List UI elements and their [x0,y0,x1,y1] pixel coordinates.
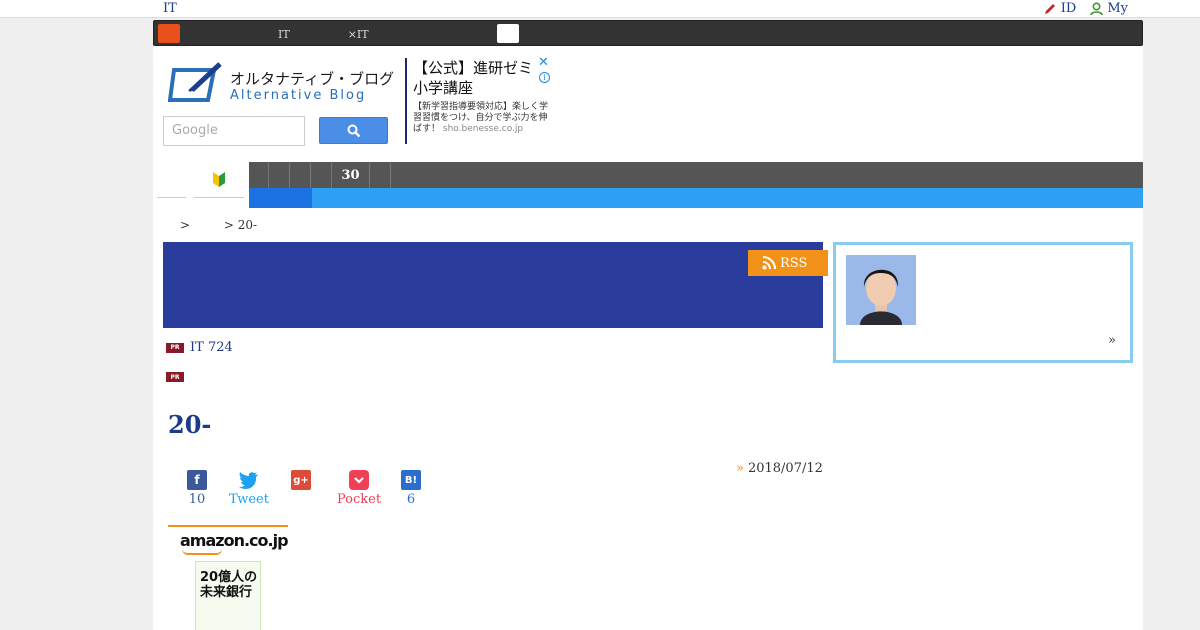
article-title: 20- [168,410,212,439]
page-content: オルタナティブ・ブログ Alternative Blog Google 【公式】… [153,46,1143,630]
nav-sub-bar [249,188,1143,208]
pr-badge: PR [166,372,184,382]
category-bar: IT ×IT [153,20,1143,46]
logo-text-jp: オルタナティブ・ブログ [230,70,395,88]
amazon-widget[interactable]: amazon.co.jp 20億人の未来銀行 [168,525,289,630]
hatena-share-button[interactable]: B! 6 [385,470,437,507]
ad-description: 【新学習指導要領対応】楽しく学習習慣をつけ、自分で学ぶ力を伸ばす！ sho.be… [413,102,553,135]
nav-tab-home[interactable] [157,162,186,198]
pocket-label: Pocket [336,492,382,507]
category-active-tab[interactable] [497,24,519,43]
hatena-icon: B! [401,470,421,490]
search-icon [347,124,360,137]
nav-dark-item[interactable] [370,162,391,188]
site-logo[interactable]: オルタナティブ・ブログ Alternative Blog [168,60,394,106]
logo-mark-icon [168,62,222,102]
nav-dark-item[interactable] [249,162,269,188]
twitter-share-button[interactable]: Tweet [223,470,275,507]
pocket-share-button[interactable]: Pocket [333,470,385,507]
breadcrumb-sep: > [180,218,191,232]
ad-block[interactable]: 【公式】進研ゼミ 小学講座 【新学習指導要領対応】楽しく学習習慣をつけ、自分で学… [405,58,553,144]
nav-dark-bar: 30 [249,162,1143,188]
pr-link-2[interactable]: PR [166,372,190,382]
amazon-logo: amazon.co.jp [180,531,289,550]
author-profile-box: » [833,242,1133,363]
pencil-icon [1044,3,1055,14]
id-link[interactable]: ID [1043,0,1077,17]
category-items: IT ×IT [164,21,385,47]
nav-dark-item[interactable]: 30 [332,162,370,188]
nav-dark-item[interactable] [290,162,311,188]
facebook-icon: f [187,470,207,490]
category-item[interactable]: ×IT [348,28,369,41]
user-links: ID My [1043,0,1128,17]
rss-label: RSS [780,255,808,271]
nav-tab-beginner[interactable] [194,162,244,198]
breadcrumb: > > 20- [180,218,257,232]
facebook-share-button[interactable]: f 10 [171,470,223,507]
date-arrow-icon: » [736,461,744,476]
id-link-label: ID [1060,1,1077,16]
pr-badge: PR [166,342,184,353]
avatar-image [846,255,916,325]
breadcrumb-current: > 20- [223,218,258,232]
my-link-label: My [1107,1,1128,16]
twitter-label: Tweet [229,492,269,507]
hatena-count: 6 [406,492,416,507]
search-input[interactable]: Google [163,116,305,146]
nav-sub-selected[interactable] [249,188,312,208]
facebook-count: 10 [188,492,206,507]
category-item[interactable]: IT [278,28,290,41]
pr-link-text: IT 724 [190,340,233,355]
ad-close-icon[interactable]: ✕ [538,56,549,69]
search-button[interactable] [319,117,388,144]
beginner-mark-icon [213,172,225,187]
profile-more-link[interactable]: » [1108,333,1116,348]
book-title: 20億人の未来銀行 [200,570,258,600]
logo-text-en: Alternative Blog [230,88,367,103]
nav-dark-item[interactable] [311,162,332,188]
rss-button[interactable]: RSS [748,250,828,276]
ad-headline-1: 【公式】進研ゼミ [413,59,534,77]
book-cover[interactable]: 20億人の未来銀行 [195,561,261,630]
article-date-text: 2018/07/12 [747,461,823,476]
article-date: » 2018/07/12 [736,461,823,476]
ad-info-icon[interactable]: i [539,72,550,83]
amazon-smile-icon [182,549,222,555]
top-utility-bar: IT ID My [0,0,1200,18]
pocket-icon [349,470,369,490]
site-label[interactable]: IT [163,0,177,17]
pr-link-1[interactable]: PR IT 724 [166,340,233,355]
author-avatar[interactable] [846,255,916,325]
twitter-icon [239,470,259,490]
share-buttons: f 10 Tweet g+ Pocket B! 6 [171,470,437,507]
rss-icon [762,256,776,270]
blog-banner [163,242,823,328]
googleplus-icon: g+ [291,470,311,490]
ad-url: sho.benesse.co.jp [442,124,524,134]
googleplus-share-button[interactable]: g+ [275,470,327,507]
user-icon [1090,1,1104,15]
nav-dark-item[interactable] [269,162,290,188]
my-link[interactable]: My [1090,0,1128,17]
ad-headline-2: 小学講座 [413,79,474,97]
